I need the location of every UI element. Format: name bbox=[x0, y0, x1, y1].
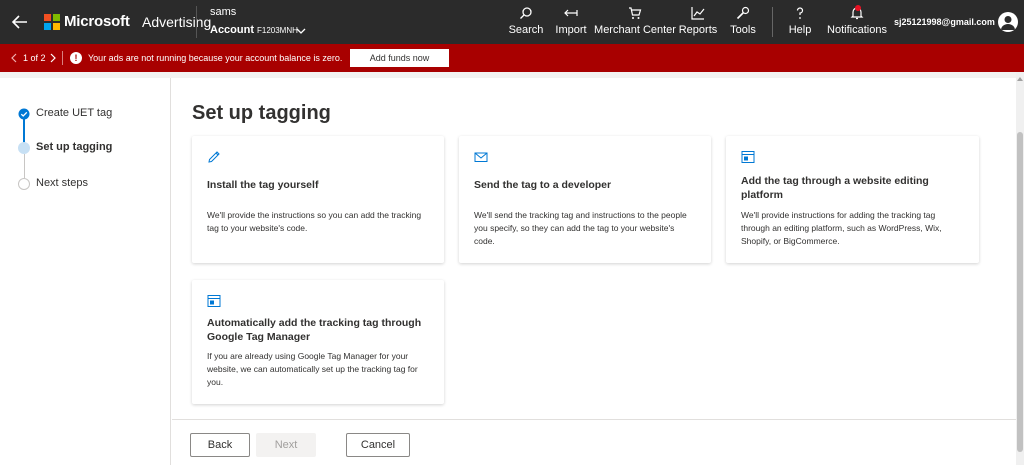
card-title: Add the tag through a website editing pl… bbox=[741, 175, 929, 201]
nav-reports-label: Reports bbox=[678, 24, 718, 36]
chevron-down-icon[interactable] bbox=[296, 26, 306, 36]
option-card-send-to-developer[interactable]: Send the tag to a developer We'll send t… bbox=[459, 136, 711, 263]
nav-import-label: Import bbox=[555, 24, 587, 36]
top-bar: Microsoft Advertising sams Account F1203M… bbox=[0, 0, 1024, 44]
nav-tools-label: Tools bbox=[730, 24, 756, 36]
check-circle-icon bbox=[18, 108, 30, 120]
scroll-thumb[interactable] bbox=[1017, 132, 1023, 452]
nav-help-label: Help bbox=[788, 24, 812, 36]
card-description: We'll provide instructions for adding th… bbox=[741, 210, 942, 246]
cancel-button[interactable]: Cancel bbox=[346, 433, 410, 457]
card-title: Install the tag yourself bbox=[207, 179, 319, 191]
user-icon bbox=[1001, 16, 1015, 30]
microsoft-logo-icon bbox=[44, 14, 60, 30]
page-title: Set up tagging bbox=[192, 102, 331, 124]
header-divider bbox=[196, 6, 197, 38]
alert-divider bbox=[62, 51, 63, 65]
scroll-up-icon[interactable] bbox=[1017, 76, 1023, 82]
nav-notifications[interactable]: Notifications bbox=[826, 5, 888, 40]
nav-help[interactable]: Help bbox=[786, 6, 814, 40]
nav-reports[interactable]: Reports bbox=[678, 6, 718, 40]
nav-search-label: Search bbox=[508, 24, 544, 36]
card-description: We'll provide the instructions so you ca… bbox=[207, 210, 422, 233]
question-icon bbox=[796, 7, 804, 19]
back-button[interactable]: Back bbox=[190, 433, 250, 457]
pending-step-dot bbox=[18, 178, 30, 190]
option-card-google-tag-manager[interactable]: Automatically add the tracking tag throu… bbox=[192, 280, 444, 404]
nav-search[interactable]: Search bbox=[508, 6, 544, 40]
chevron-right-icon[interactable] bbox=[49, 53, 57, 63]
nav-merchant-center-label: Merchant Center bbox=[594, 24, 676, 36]
browser-icon bbox=[741, 151, 755, 163]
back-arrow-icon[interactable] bbox=[10, 12, 30, 32]
user-email[interactable]: sj25121998@gmail.com bbox=[894, 17, 995, 27]
nav-divider bbox=[772, 7, 773, 37]
step-connector bbox=[23, 118, 25, 144]
option-card-editing-platform[interactable]: Add the tag through a website editing pl… bbox=[726, 136, 979, 263]
nav-tools[interactable]: Tools bbox=[728, 6, 758, 40]
nav-import[interactable]: Import bbox=[553, 6, 589, 40]
chart-icon bbox=[691, 7, 705, 20]
account-selector[interactable]: Account F1203MNH bbox=[210, 24, 298, 36]
card-description: If you are already using Google Tag Mana… bbox=[207, 351, 418, 387]
card-title: Send the tag to a developer bbox=[474, 179, 612, 191]
alert-bar: 1 of 2 ! Your ads are not running becaus… bbox=[0, 44, 1024, 72]
notification-badge bbox=[855, 5, 861, 11]
search-icon bbox=[520, 7, 532, 19]
pencil-icon bbox=[208, 151, 220, 163]
cart-icon bbox=[629, 7, 642, 19]
step-connector bbox=[24, 154, 25, 178]
alert-icon: ! bbox=[70, 52, 82, 64]
account-label: Account bbox=[210, 24, 254, 36]
nav-notifications-label: Notifications bbox=[827, 24, 887, 36]
next-button[interactable]: Next bbox=[256, 433, 316, 457]
step-indicator: Create UET tag Set up tagging Next steps bbox=[0, 78, 171, 465]
content-area: Create UET tag Set up tagging Next steps… bbox=[0, 78, 1016, 465]
wrench-icon bbox=[736, 6, 750, 20]
alert-message: Your ads are not running because your ac… bbox=[88, 53, 343, 63]
card-description: We'll send the tracking tag and instruct… bbox=[474, 210, 687, 246]
avatar[interactable] bbox=[998, 12, 1018, 32]
footer-divider bbox=[172, 419, 1016, 420]
step-label: Next steps bbox=[36, 177, 88, 189]
alert-pager: 1 of 2 bbox=[23, 53, 46, 63]
product-name: Advertising bbox=[142, 14, 212, 30]
main-panel: Set up tagging Install the tag yourself … bbox=[172, 78, 1016, 465]
add-funds-button[interactable]: Add funds now bbox=[350, 49, 449, 67]
step-label: Create UET tag bbox=[36, 107, 113, 119]
current-step-dot bbox=[18, 142, 30, 154]
import-icon bbox=[564, 9, 578, 17]
scrollbar[interactable] bbox=[1016, 72, 1024, 465]
card-title: Automatically add the tracking tag throu… bbox=[207, 317, 422, 343]
chevron-left-icon[interactable] bbox=[10, 53, 18, 63]
mail-icon bbox=[474, 152, 488, 162]
account-name[interactable]: sams bbox=[210, 6, 236, 18]
option-card-install-yourself[interactable]: Install the tag yourself We'll provide t… bbox=[192, 136, 444, 263]
browser-icon bbox=[207, 295, 221, 307]
account-id: F1203MNH bbox=[257, 26, 298, 35]
step-label: Set up tagging bbox=[36, 141, 113, 153]
brand-name: Microsoft bbox=[64, 13, 130, 30]
nav-merchant-center[interactable]: Merchant Center bbox=[594, 6, 676, 40]
